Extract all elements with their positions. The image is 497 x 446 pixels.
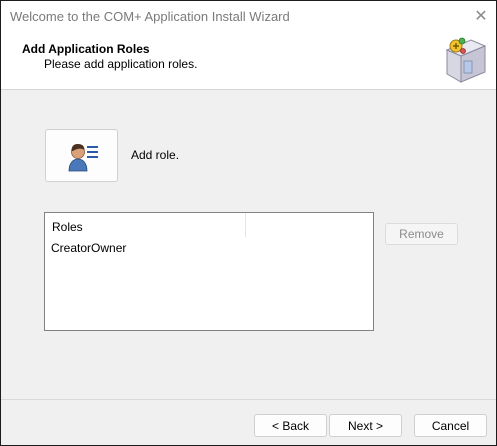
list-item[interactable]: CreatorOwner (51, 241, 126, 255)
column-header-empty (246, 213, 373, 237)
close-icon: ✕ (474, 8, 488, 25)
close-button[interactable]: ✕ (466, 1, 496, 31)
add-role-label: Add role. (131, 148, 180, 162)
cancel-button[interactable]: Cancel (414, 414, 487, 437)
user-list-icon (68, 143, 98, 171)
roles-list[interactable]: Roles CreatorOwner (44, 212, 374, 331)
next-button[interactable]: Next > (329, 414, 402, 437)
wizard-window: Welcome to the COM+ Application Install … (0, 0, 497, 446)
page-subtitle: Please add application roles. (44, 57, 198, 71)
page-title: Add Application Roles (22, 42, 150, 56)
wizard-header: Add Application Roles Please add applica… (1, 31, 496, 90)
back-button[interactable]: < Back (254, 414, 327, 437)
title-bar: Welcome to the COM+ Application Install … (1, 1, 496, 31)
remove-button[interactable]: Remove (385, 223, 458, 245)
install-box-icon (445, 37, 487, 83)
footer-divider (1, 399, 496, 400)
column-header-roles[interactable]: Roles (52, 220, 83, 234)
column-header[interactable]: Roles (45, 213, 373, 237)
window-title: Welcome to the COM+ Application Install … (10, 9, 290, 24)
add-role-button[interactable] (45, 129, 118, 182)
